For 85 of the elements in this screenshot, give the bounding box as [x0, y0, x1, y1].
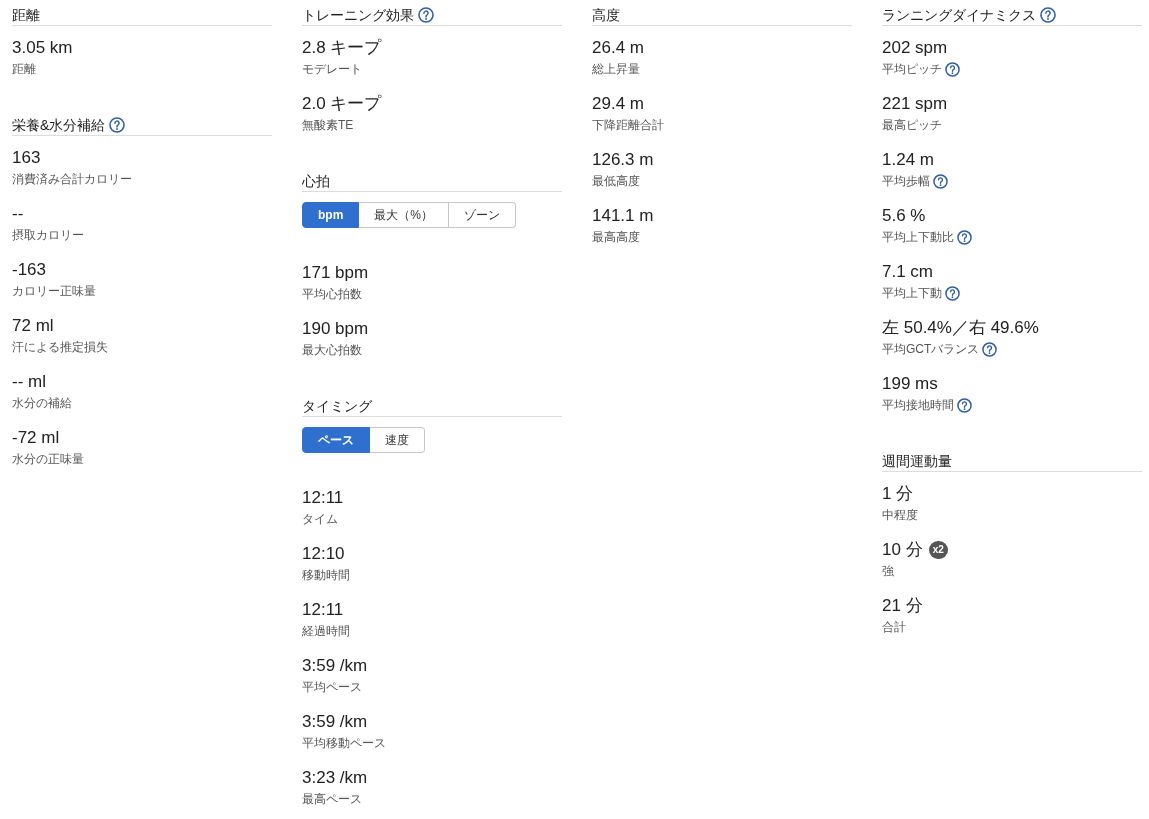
section-title: トレーニング効果 — [302, 6, 414, 25]
stat-label: 経過時間 — [302, 623, 350, 640]
stat-label: 中程度 — [882, 507, 918, 524]
section-title: 距離 — [12, 6, 40, 25]
help-icon[interactable] — [945, 285, 960, 301]
toggle-option[interactable]: 最大（%） — [359, 202, 449, 228]
stat-value: 141.1 m — [592, 205, 654, 227]
stat-value: 199 ms — [882, 373, 938, 395]
stat-label: 最高高度 — [592, 229, 640, 246]
section-title: タイミング — [302, 397, 372, 416]
stat-value: 10 分 — [882, 539, 923, 561]
stat-value: 3:23 /km — [302, 767, 368, 789]
stat-value: 72 ml — [12, 315, 54, 337]
stat-value: -- — [12, 203, 24, 225]
help-icon[interactable] — [945, 61, 960, 77]
stat-label: 下降距離合計 — [592, 117, 664, 134]
stat-label: 消費済み合計カロリー — [12, 171, 132, 188]
multiplier-badge: x2 — [928, 541, 948, 559]
stat-value: -72 ml — [12, 427, 60, 449]
help-icon[interactable] — [982, 341, 998, 357]
help-icon[interactable] — [957, 229, 972, 245]
stat-label: 総上昇量 — [592, 61, 640, 78]
stat-value: -- ml — [12, 371, 46, 393]
stat-label: 平均GCTバランス — [882, 341, 980, 358]
stat-value: 左 50.4%／右 49.6% — [882, 317, 1039, 339]
stat-value: 202 spm — [882, 37, 948, 59]
stat-label: 水分の正味量 — [12, 451, 84, 468]
section-title: 高度 — [592, 6, 620, 25]
stat-label: 平均ペース — [302, 679, 362, 696]
toggle-option[interactable]: ゾーン — [449, 202, 516, 228]
stat-value: 12:10 — [302, 543, 345, 565]
section-title: 週間運動量 — [882, 452, 952, 471]
stat-label: タイム — [302, 511, 338, 528]
stat-value: 221 spm — [882, 93, 948, 115]
stat-label: モデレート — [302, 61, 362, 78]
stat-label: 距離 — [12, 61, 36, 78]
stat-value: -163 — [12, 259, 47, 281]
stat-label: 最低高度 — [592, 173, 640, 190]
stat-value: 171 bpm — [302, 262, 369, 284]
stat-label: 無酸素TE — [302, 117, 354, 134]
stat-value: 5.6 % — [882, 205, 926, 227]
stat-label: 平均ピッチ — [882, 61, 942, 78]
stat-value: 1 分 — [882, 483, 914, 505]
stat-label: 平均上下動 — [882, 285, 942, 302]
section-title: 栄養&水分補給 — [12, 116, 106, 135]
section-title: 心拍 — [302, 172, 330, 191]
stat-value: 2.0 キープ — [302, 93, 382, 115]
stat-label: 平均上下動比 — [882, 229, 954, 246]
toggle-option[interactable]: ペース — [302, 427, 370, 453]
help-icon[interactable] — [109, 117, 126, 133]
stat-value: 3:59 /km — [302, 711, 368, 733]
stat-label: 最大心拍数 — [302, 342, 362, 359]
help-icon[interactable] — [418, 7, 434, 23]
stat-label: 汗による推定損失 — [12, 339, 108, 356]
stat-label: 強 — [882, 563, 894, 580]
stat-value: 2.8 キープ — [302, 37, 382, 59]
stat-value: 163 — [12, 147, 41, 169]
stat-label: 合計 — [882, 619, 906, 636]
stat-label: 平均移動ペース — [302, 735, 386, 752]
stat-value: 1.24 m — [882, 149, 934, 171]
section-title: ランニングダイナミクス — [882, 6, 1036, 25]
stat-value: 29.4 m — [592, 93, 644, 115]
toggle-option[interactable]: bpm — [302, 202, 360, 228]
stat-label: カロリー正味量 — [12, 283, 96, 300]
stat-label: 平均心拍数 — [302, 286, 362, 303]
toggle-option[interactable]: 速度 — [370, 427, 425, 453]
stat-value: 190 bpm — [302, 318, 369, 340]
help-icon[interactable] — [933, 173, 948, 189]
stat-value: 7.1 cm — [882, 261, 934, 283]
stat-label: 摂取カロリー — [12, 227, 84, 244]
stat-value: 21 分 — [882, 595, 923, 617]
stat-value: 126.3 m — [592, 149, 654, 171]
stat-label: 水分の補給 — [12, 395, 72, 412]
help-icon[interactable] — [957, 397, 972, 413]
stat-label: 最高ピッチ — [882, 117, 942, 134]
stat-label: 平均歩幅 — [882, 173, 930, 190]
stat-value: 3:59 /km — [302, 655, 368, 677]
stat-value: 3.05 km — [12, 37, 73, 59]
stat-label: 平均接地時間 — [882, 397, 954, 414]
help-icon[interactable] — [1040, 7, 1056, 23]
stat-value: 12:11 — [302, 599, 344, 621]
stat-label: 最高ペース — [302, 791, 362, 808]
stat-value: 26.4 m — [592, 37, 644, 59]
stat-label: 移動時間 — [302, 567, 350, 584]
stat-value: 12:11 — [302, 487, 344, 509]
